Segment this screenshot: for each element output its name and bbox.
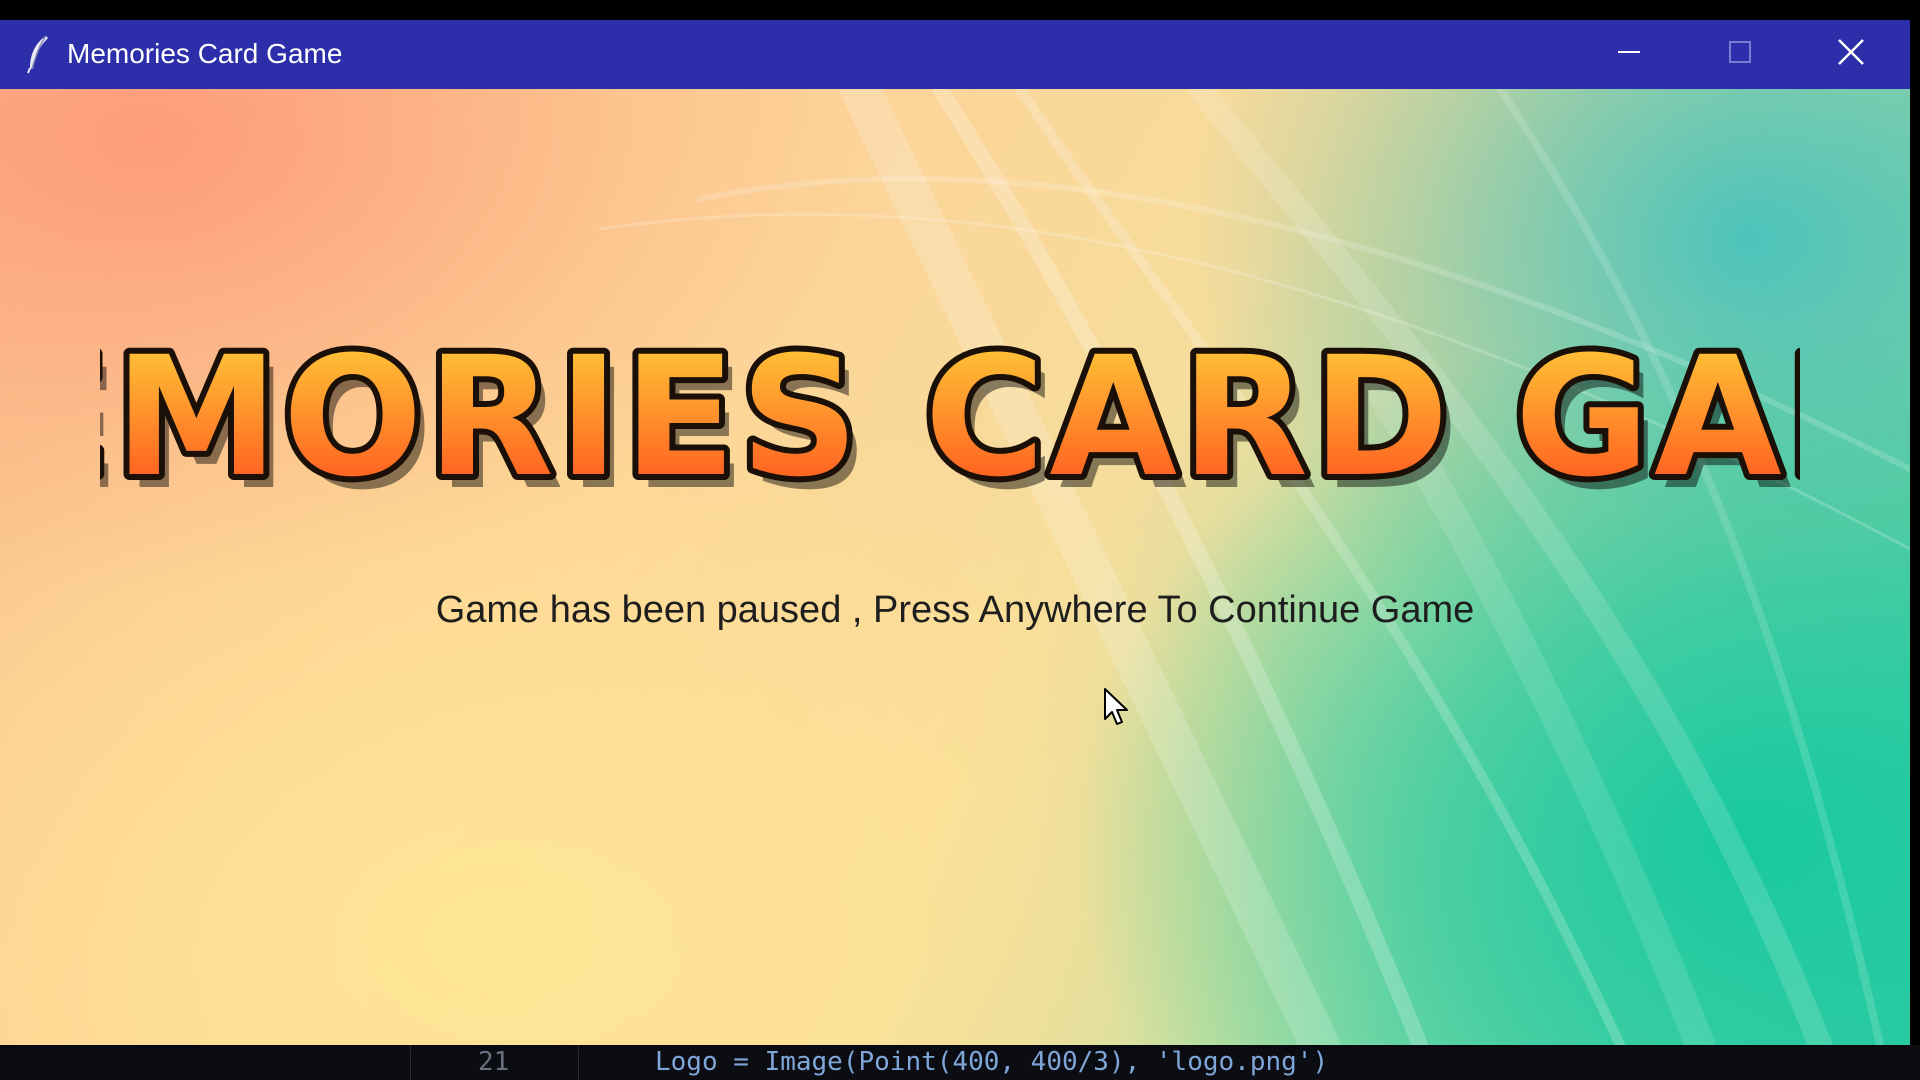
minimize-icon	[1616, 39, 1642, 70]
feather-icon	[22, 34, 54, 74]
editor-gutter-divider	[578, 1045, 579, 1080]
editor-line-number: 21	[478, 1047, 510, 1077]
game-logo: MEMORIES CARD GAME MEMORIES CARD GAME	[0, 315, 1910, 526]
minimize-button[interactable]	[1574, 20, 1684, 89]
editor-code-line: Logo = Image(Point(400, 400/3), 'logo.pn…	[655, 1047, 1329, 1077]
game-window: Memories Card Game MORIES CARD GA MORIES…	[0, 20, 1910, 1045]
window-title: Memories Card Game	[67, 38, 343, 69]
pause-message: Game has been paused , Press Anywhere To…	[435, 589, 1475, 631]
close-icon	[1836, 37, 1866, 72]
maximize-button[interactable]	[1685, 20, 1795, 89]
background-code-editor: 21 Logo = Image(Point(400, 400/3), 'logo…	[0, 1045, 1920, 1080]
game-canvas[interactable]: MEMORIES CARD GAME MEMORIES CARD GAME Ga…	[0, 89, 1910, 1045]
maximize-icon	[1727, 39, 1753, 70]
close-button[interactable]	[1796, 20, 1906, 89]
title-bar[interactable]: Memories Card Game	[0, 20, 1910, 89]
mouse-cursor-icon	[1103, 687, 1129, 727]
logo-text: MEMORIES CARD GAME	[100, 321, 1800, 513]
editor-gutter-divider	[410, 1045, 411, 1080]
background-streaks	[598, 89, 1910, 1045]
